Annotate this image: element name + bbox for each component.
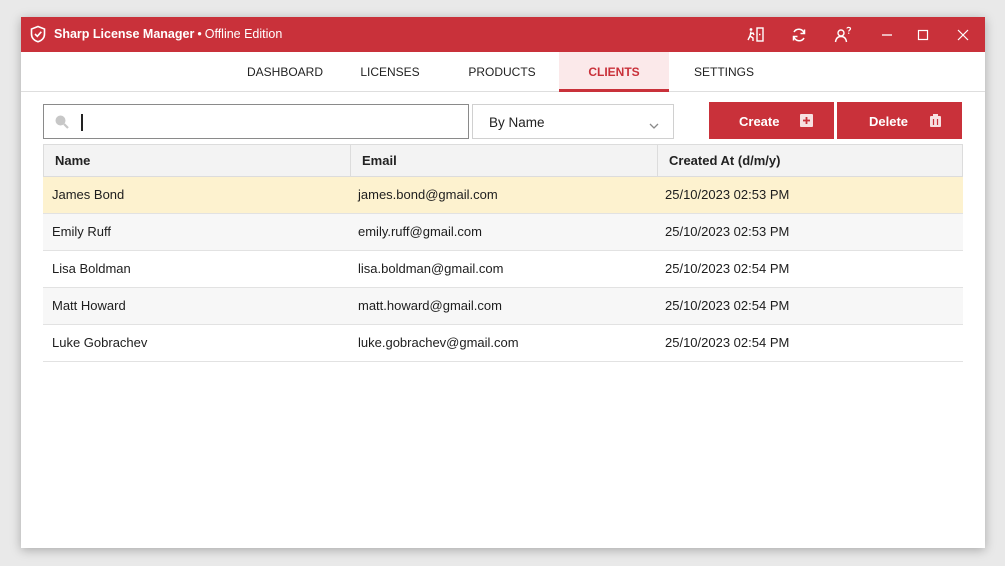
chevron-down-icon — [649, 118, 659, 129]
title-separator: • — [197, 27, 202, 41]
plus-square-icon — [800, 114, 813, 127]
table-row[interactable]: Matt Howard matt.howard@gmail.com 25/10/… — [43, 288, 963, 325]
cell-created: 25/10/2023 02:53 PM — [665, 224, 790, 239]
close-icon[interactable] — [953, 25, 973, 45]
table-row[interactable]: Emily Ruff emily.ruff@gmail.com 25/10/20… — [43, 214, 963, 251]
cell-name: James Bond — [52, 187, 125, 202]
cell-name: Lisa Boldman — [52, 261, 131, 276]
cell-email: emily.ruff@gmail.com — [358, 224, 482, 239]
create-button-label: Create — [739, 114, 780, 129]
table-row[interactable]: Luke Gobrachev luke.gobrachev@gmail.com … — [43, 325, 963, 362]
sort-selected-value: By Name — [489, 115, 545, 130]
edition-label: Offline Edition — [204, 27, 283, 41]
column-header-name[interactable]: Name — [44, 145, 350, 178]
tab-dashboard[interactable]: DASHBOARD — [230, 52, 340, 92]
delete-button-label: Delete — [869, 114, 909, 129]
app-name: Sharp License Manager — [54, 27, 195, 41]
clients-table: Name Email Created At (d/m/y) James Bond… — [43, 144, 963, 362]
cell-email: james.bond@gmail.com — [358, 187, 498, 202]
tab-settings[interactable]: SETTINGS — [684, 52, 764, 92]
table-row[interactable]: James Bond james.bond@gmail.com 25/10/20… — [43, 177, 963, 214]
cell-created: 25/10/2023 02:54 PM — [665, 335, 790, 350]
cell-name: Emily Ruff — [52, 224, 111, 239]
search-icon — [54, 114, 70, 130]
shield-check-icon — [29, 25, 47, 43]
window-title: Sharp License Manager • Offline Edition — [54, 27, 282, 41]
text-caret — [81, 114, 83, 131]
column-header-email[interactable]: Email — [350, 145, 657, 178]
column-header-created[interactable]: Created At (d/m/y) — [657, 145, 963, 178]
cell-name: Matt Howard — [52, 298, 126, 313]
sort-dropdown[interactable]: By Name — [472, 104, 674, 139]
delete-button[interactable]: Delete — [837, 102, 962, 139]
tab-licenses[interactable]: LICENSES — [345, 52, 435, 92]
cell-created: 25/10/2023 02:54 PM — [665, 298, 790, 313]
cell-name: Luke Gobrachev — [52, 335, 148, 350]
minimize-icon[interactable] — [877, 25, 897, 45]
create-button[interactable]: Create — [709, 102, 834, 139]
app-window: Sharp License Manager•Offline Edition — [21, 17, 985, 548]
cell-created: 25/10/2023 02:53 PM — [665, 187, 790, 202]
search-input[interactable] — [80, 111, 460, 133]
cell-email: luke.gobrachev@gmail.com — [358, 335, 519, 350]
trash-icon — [929, 114, 942, 127]
search-box[interactable] — [43, 104, 469, 139]
refresh-icon[interactable] — [789, 25, 809, 45]
cell-created: 25/10/2023 02:54 PM — [665, 261, 790, 276]
user-help-icon[interactable] — [833, 25, 853, 45]
table-header: Name Email Created At (d/m/y) — [43, 144, 963, 178]
exit-icon[interactable] — [746, 25, 766, 45]
tab-products[interactable]: PRODUCTS — [457, 52, 547, 92]
maximize-icon[interactable] — [913, 25, 933, 45]
table-row[interactable]: Lisa Boldman lisa.boldman@gmail.com 25/1… — [43, 251, 963, 288]
cell-email: lisa.boldman@gmail.com — [358, 261, 504, 276]
main-navigation: DASHBOARD LICENSES PRODUCTS CLIENTS SETT… — [21, 52, 985, 92]
tab-clients[interactable]: CLIENTS — [559, 52, 669, 92]
cell-email: matt.howard@gmail.com — [358, 298, 502, 313]
title-bar[interactable]: Sharp License Manager • Offline Edition — [21, 17, 985, 52]
